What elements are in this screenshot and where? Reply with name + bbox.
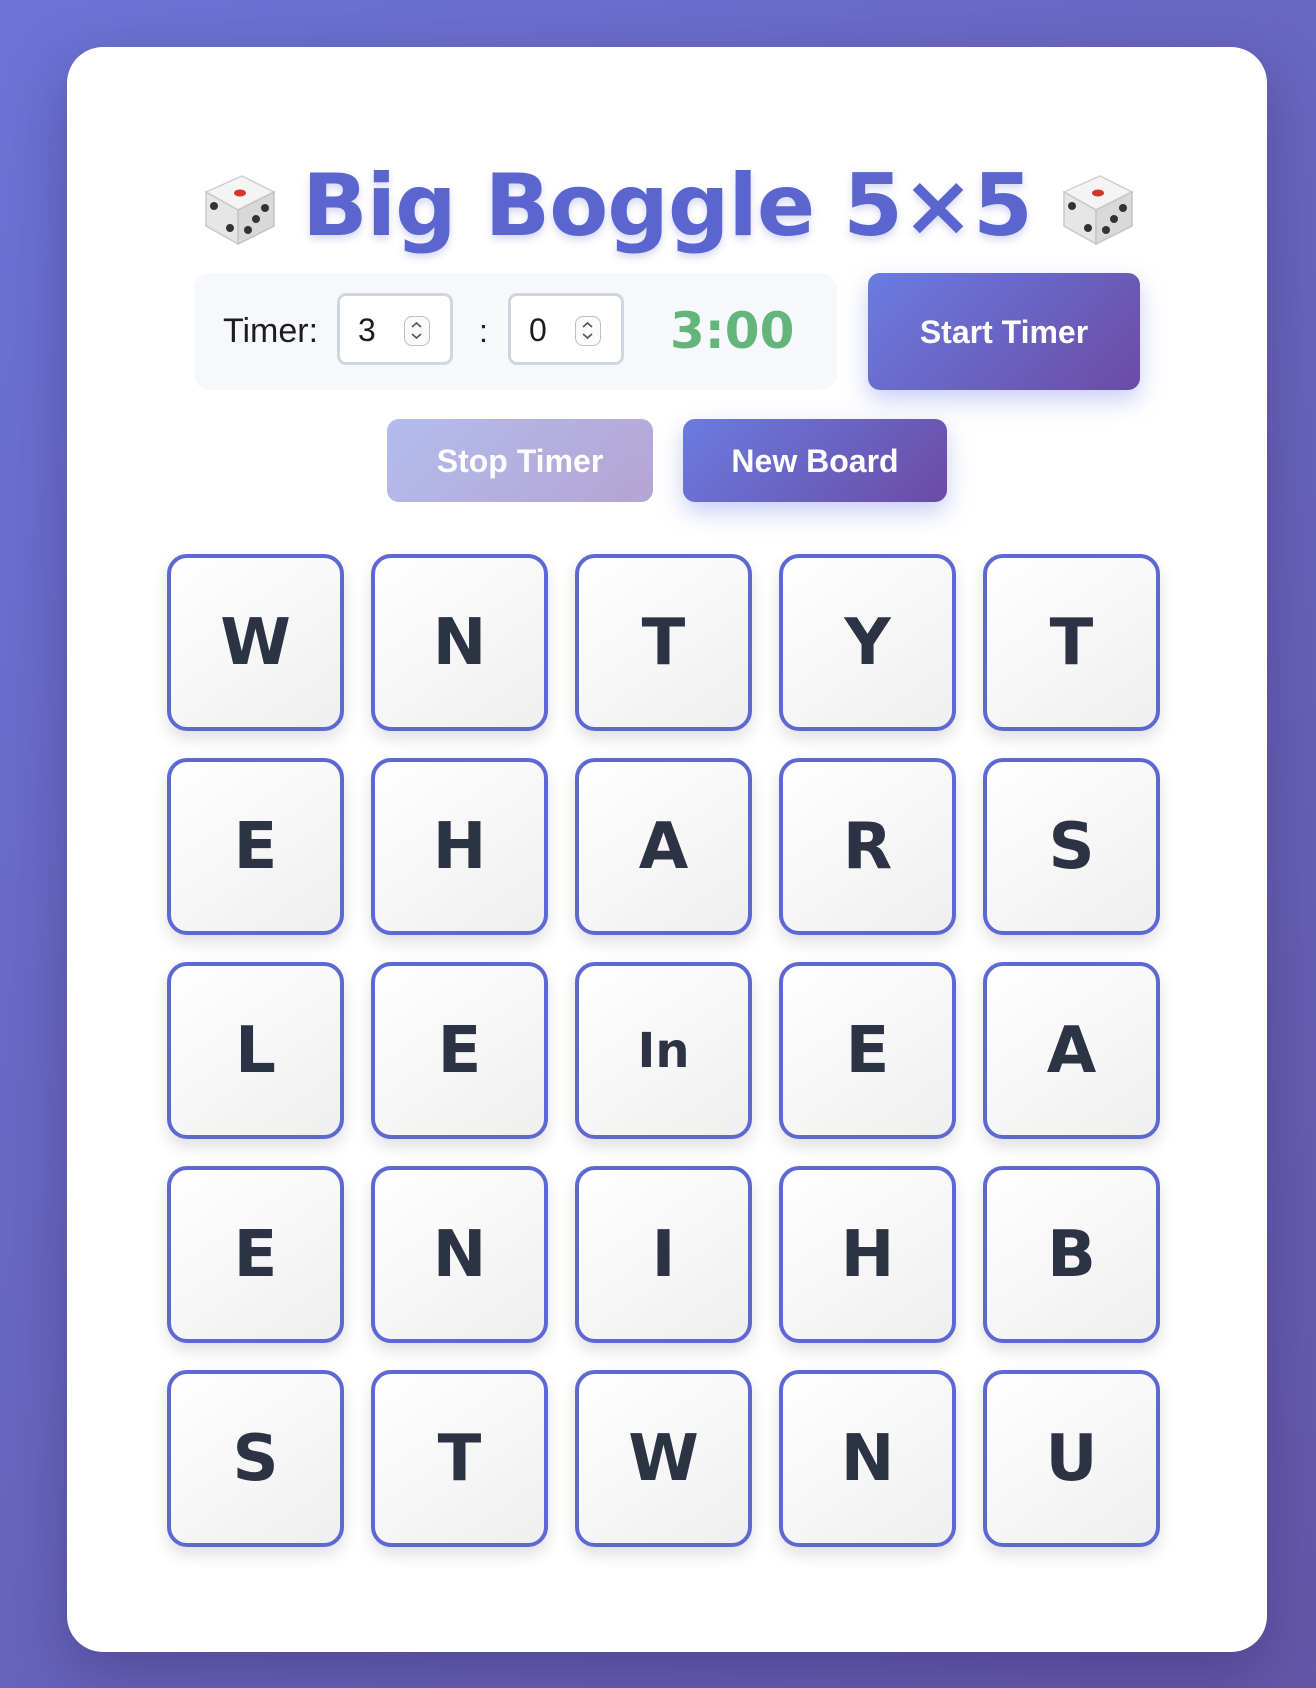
seconds-value: 0 [529, 312, 547, 348]
board-tile[interactable]: W [575, 1370, 752, 1547]
board-tile[interactable]: N [371, 1166, 548, 1343]
dice-icon [204, 175, 276, 246]
timer-label: Timer: [223, 312, 319, 350]
game-card: Big Boggle 5×5 Timer: 3 : 0 3:00 Start T… [67, 47, 1267, 1652]
board-tile[interactable]: N [779, 1370, 956, 1547]
board-tile[interactable]: E [779, 962, 956, 1139]
board-tile[interactable]: A [575, 758, 752, 935]
seconds-input[interactable]: 0 [508, 293, 624, 365]
board-tile[interactable]: T [983, 554, 1160, 731]
board-tile[interactable]: S [983, 758, 1160, 935]
board-tile[interactable]: W [167, 554, 344, 731]
start-timer-button[interactable]: Start Timer [868, 273, 1140, 390]
stop-timer-button[interactable]: Stop Timer [387, 419, 653, 502]
board-tile[interactable]: A [983, 962, 1160, 1139]
spinner-arrows-icon [582, 321, 593, 340]
time-separator: : [479, 313, 488, 349]
board-tile[interactable]: E [371, 962, 548, 1139]
board-tile[interactable]: Y [779, 554, 956, 731]
board-tile[interactable]: E [167, 758, 344, 935]
board-tile[interactable]: N [371, 554, 548, 731]
board-tile[interactable]: H [371, 758, 548, 935]
seconds-spinner[interactable] [575, 316, 601, 346]
board-tile[interactable]: S [167, 1370, 344, 1547]
page-title: Big Boggle 5×5 [302, 156, 1033, 256]
board-tile[interactable]: T [371, 1370, 548, 1547]
minutes-value: 3 [358, 312, 376, 348]
board-tile[interactable]: U [983, 1370, 1160, 1547]
timer-display: 3:00 [670, 302, 795, 360]
board-tile[interactable]: In [575, 962, 752, 1139]
dice-icon [1062, 175, 1134, 246]
board-tile[interactable]: E [167, 1166, 344, 1343]
minutes-input[interactable]: 3 [337, 293, 453, 365]
board-tile[interactable]: R [779, 758, 956, 935]
board-tile[interactable]: I [575, 1166, 752, 1343]
timer-panel: Timer: 3 : 0 3:00 [194, 273, 837, 390]
title-row: Big Boggle 5×5 [67, 151, 1267, 261]
boggle-board: W N T Y T E H A R S L E In E A E N I H B… [167, 554, 1167, 1554]
new-board-button[interactable]: New Board [683, 419, 947, 502]
board-tile[interactable]: T [575, 554, 752, 731]
minutes-spinner[interactable] [404, 316, 430, 346]
board-tile[interactable]: B [983, 1166, 1160, 1343]
board-tile[interactable]: H [779, 1166, 956, 1343]
spinner-arrows-icon [411, 321, 422, 340]
board-tile[interactable]: L [167, 962, 344, 1139]
